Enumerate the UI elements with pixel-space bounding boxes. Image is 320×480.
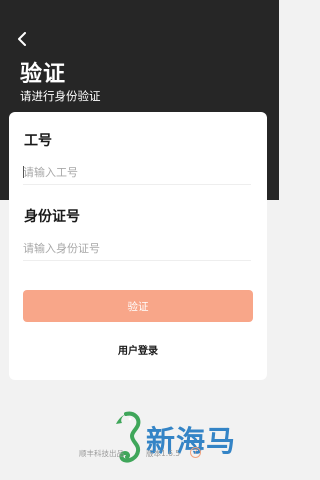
verify-button[interactable]: 验证 [23, 290, 253, 322]
text-cursor [23, 166, 24, 178]
version-text: 版本1.6.5 [146, 449, 181, 458]
page-subtitle: 请进行身份验证 [20, 89, 101, 103]
back-button[interactable] [12, 28, 32, 50]
employee-id-label: 工号 [24, 133, 52, 149]
footer: 顺丰科技出品 版本1.6.5 ? [0, 447, 279, 461]
id-number-label: 身份证号 [24, 209, 80, 225]
employee-id-input[interactable] [23, 160, 251, 185]
verification-card: 工号 身份证号 验证 用户登录 [9, 112, 267, 380]
question-circle-icon[interactable]: ? [190, 447, 201, 458]
id-number-input[interactable] [23, 236, 251, 261]
verification-page: 验证 请进行身份验证 工号 身份证号 验证 用户登录 新海马 顺丰科技出品 版本… [0, 0, 279, 480]
user-login-link[interactable]: 用户登录 [9, 342, 267, 357]
chevron-left-icon [18, 32, 26, 46]
company-credit: 顺丰科技出品 [79, 449, 124, 458]
page-title: 验证 [20, 62, 67, 87]
